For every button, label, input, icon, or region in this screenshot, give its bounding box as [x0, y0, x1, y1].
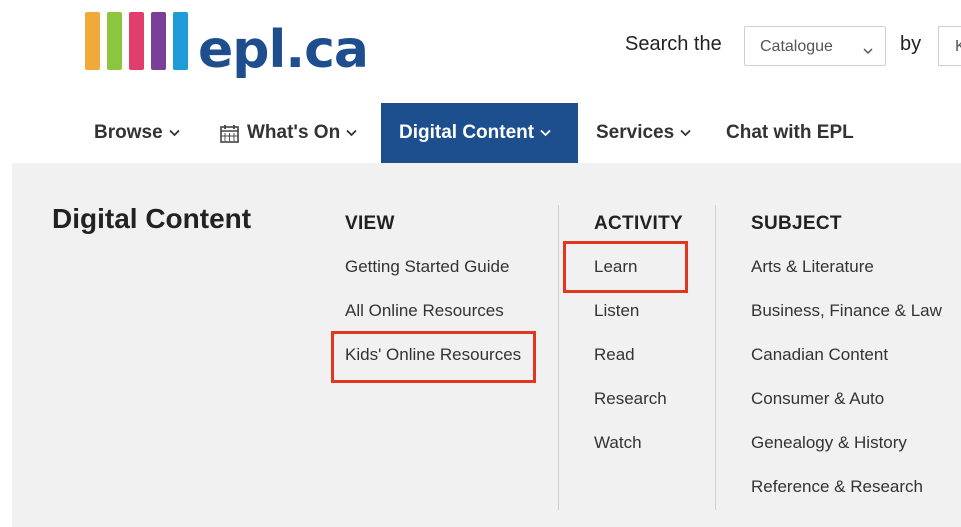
logo-bar-orange: [85, 12, 100, 70]
chevron-down-icon: [680, 129, 691, 137]
nav-digital-content-label: Digital Content: [399, 122, 535, 143]
menu-link-canadian-content[interactable]: Canadian Content: [751, 345, 888, 365]
logo-bar-green: [107, 12, 122, 70]
menu-column-subject: SUBJECT Arts & Literature Business, Fina…: [751, 213, 942, 496]
main-nav: Browse What's On Digital Content Service…: [0, 103, 961, 163]
menu-link-research[interactable]: Research: [594, 389, 667, 409]
menu-link-listen[interactable]: Listen: [594, 301, 639, 321]
search-scope-select[interactable]: Catalogue: [744, 26, 886, 66]
logo-bar-pink: [129, 12, 144, 70]
nav-digital-content[interactable]: Digital Content: [381, 103, 578, 163]
menu-link-watch[interactable]: Watch: [594, 433, 642, 453]
highlight-box-kids-online-resources: [331, 331, 536, 383]
column-heading-subject: SUBJECT: [751, 213, 842, 234]
chevron-down-icon: [169, 129, 180, 137]
menu-link-reference-research[interactable]: Reference & Research: [751, 477, 923, 497]
menu-link-consumer-auto[interactable]: Consumer & Auto: [751, 389, 884, 409]
column-heading-activity: ACTIVITY: [594, 213, 683, 234]
nav-chat-with-epl[interactable]: Chat with EPL: [726, 103, 854, 163]
search-by-value: K: [955, 38, 961, 55]
menu-link-getting-started[interactable]: Getting Started Guide: [345, 257, 509, 277]
chevron-down-icon: [346, 129, 357, 137]
menu-column-view: VIEW Getting Started Guide All Online Re…: [345, 213, 521, 364]
nav-chat-label: Chat with EPL: [726, 122, 854, 143]
logo-wordmark: epl.ca: [198, 20, 369, 80]
logo-bar-purple: [151, 12, 166, 70]
column-divider: [715, 205, 716, 510]
menu-link-business-finance-law[interactable]: Business, Finance & Law: [751, 301, 942, 321]
nav-whats-on-label: What's On: [247, 122, 341, 143]
column-heading-view: VIEW: [345, 213, 395, 234]
menu-title: Digital Content: [52, 203, 252, 234]
chevron-down-icon: [540, 129, 551, 137]
calendar-icon: [220, 124, 239, 143]
nav-services-label: Services: [596, 122, 675, 143]
menu-column-activity: ACTIVITY Learn Listen Read Research Watc…: [594, 213, 683, 452]
logo-bar-blue: [173, 12, 188, 70]
nav-browse-label: Browse: [94, 122, 163, 143]
menu-link-arts-literature[interactable]: Arts & Literature: [751, 257, 874, 277]
column-divider: [558, 205, 559, 510]
menu-link-genealogy-history[interactable]: Genealogy & History: [751, 433, 907, 453]
nav-whats-on[interactable]: What's On: [220, 103, 357, 163]
search-scope-value: Catalogue: [760, 38, 833, 55]
highlight-box-learn: [563, 241, 688, 293]
search-by-select[interactable]: K: [938, 26, 961, 66]
nav-browse[interactable]: Browse: [94, 103, 180, 163]
menu-link-all-online-resources[interactable]: All Online Resources: [345, 301, 504, 321]
search-label: Search the: [625, 33, 722, 55]
nav-services[interactable]: Services: [596, 103, 691, 163]
chevron-down-icon: [863, 42, 873, 60]
search-by-label: by: [900, 33, 922, 55]
menu-link-read[interactable]: Read: [594, 345, 635, 365]
